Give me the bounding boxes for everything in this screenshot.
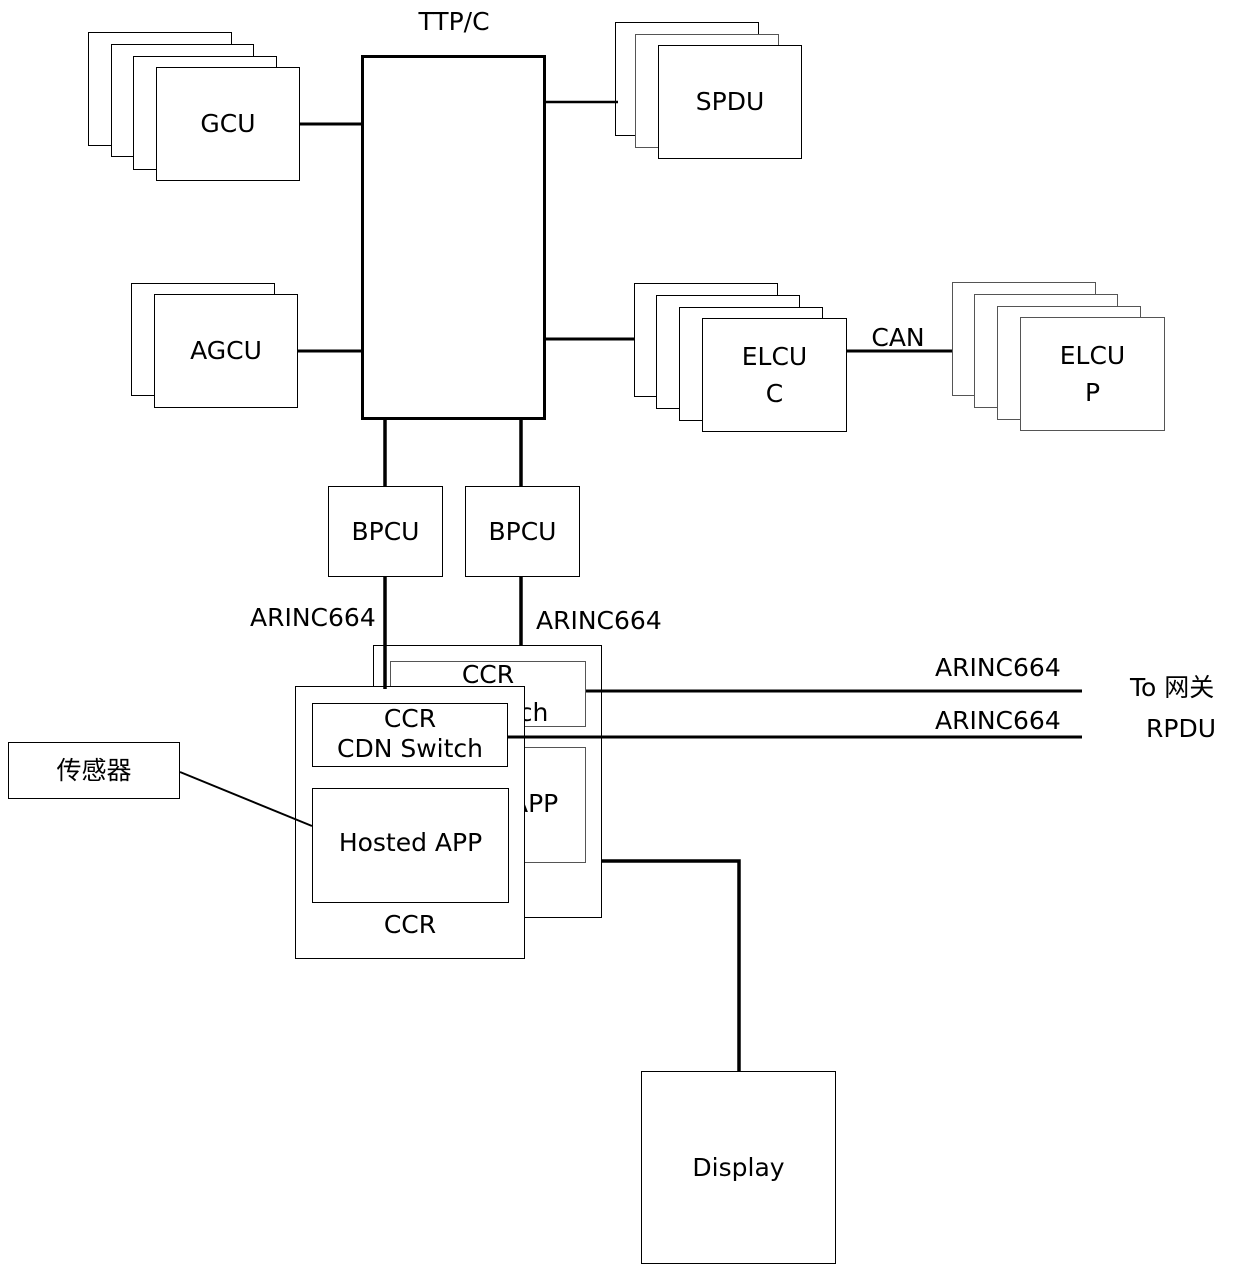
connection-lines: [179, 100, 1082, 1071]
ccr-display-link: [602, 859, 741, 1071]
sensor-app-link: [179, 771, 313, 827]
